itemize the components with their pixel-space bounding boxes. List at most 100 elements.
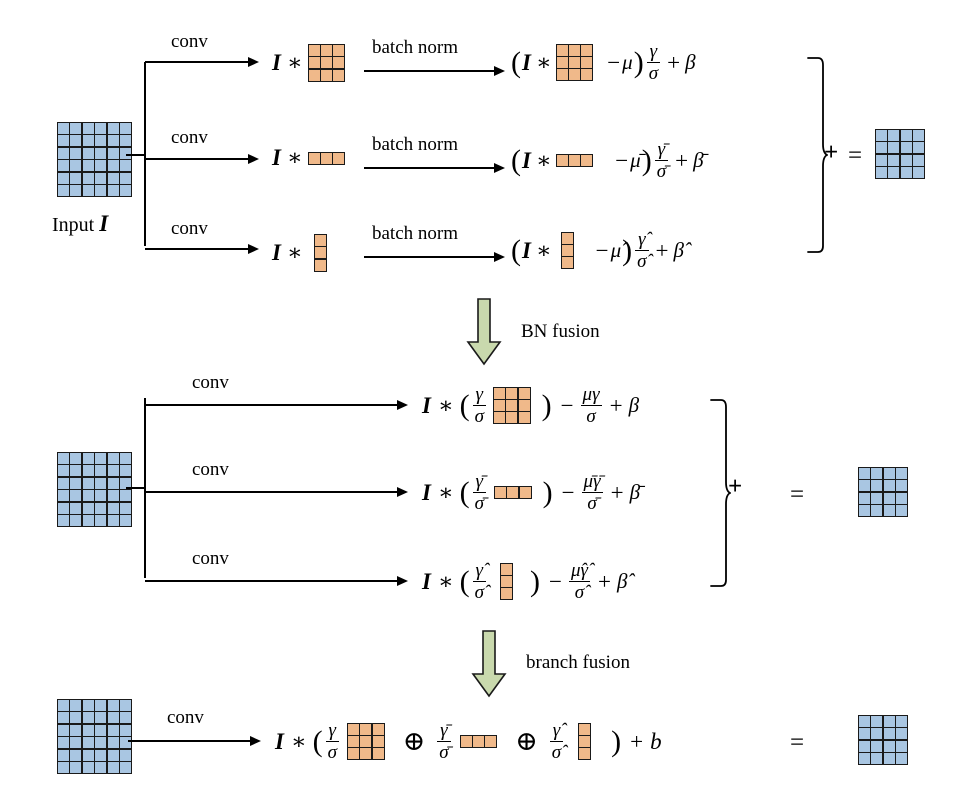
stage1-branch2-conv-arrow (145, 154, 259, 164)
input-label: Input I (52, 212, 108, 235)
grid-cell (871, 492, 883, 504)
grid-cell (556, 69, 568, 81)
grid-cell (871, 728, 883, 740)
math-sigma: σ (586, 406, 596, 428)
grid-cell (460, 736, 472, 748)
grid-cell (876, 142, 887, 154)
grid-cell (70, 477, 82, 489)
stage2-output-feature-map (858, 467, 909, 518)
grid-cell (888, 130, 900, 141)
stage1-branch1-conv-label: conv (171, 31, 208, 52)
math-gamma-hat: γ̂ (638, 229, 646, 250)
grid-cell (119, 490, 131, 502)
grid-cell (107, 453, 119, 464)
grid-cell (876, 167, 887, 179)
grid-cell (70, 749, 82, 761)
grid-cell (70, 453, 82, 464)
stage1-branch2-conv-label: conv (171, 127, 208, 148)
stage3-kernel-1x3 (459, 735, 498, 749)
stage2-branch3-kernel-3x1 (499, 562, 513, 601)
math-conv-operator: ∗ (290, 728, 307, 754)
grid-cell (900, 167, 912, 179)
grid-cell (58, 184, 69, 196)
grid-cell (900, 154, 912, 166)
grid-cell (896, 716, 908, 727)
oplus-icon: ⊕ (515, 726, 538, 757)
grid-cell (70, 490, 82, 502)
grid-cell (82, 737, 94, 749)
grid-cell (347, 723, 359, 735)
grid-cell (581, 57, 593, 69)
math-sigma-bar: σ̄ (439, 742, 449, 764)
stage3-output-feature-map (858, 715, 909, 766)
stage3-kernel-3x1 (578, 722, 592, 761)
math-sigma: σ (327, 742, 337, 764)
stage1-branch3-postBN: ( I ∗ − μ̂ ) γ̂ σ̂ + β̂ (511, 230, 684, 271)
grid-cell (95, 490, 107, 502)
stage2-branch3-conv-label: conv (192, 548, 229, 569)
grid-cell (119, 712, 131, 724)
math-gamma: γ (328, 720, 337, 741)
math-sigma-bar: σ̄ (656, 161, 667, 183)
grid-cell (82, 160, 94, 172)
math-sigma-hat: σ̂ (474, 582, 484, 604)
stage3-input-feature-map (57, 699, 132, 774)
math-minus: − (561, 479, 575, 505)
stage3-equals-sign: = (790, 729, 805, 756)
math-gamma: γ (649, 41, 658, 62)
grid-cell (568, 44, 580, 56)
grid-cell (518, 387, 530, 399)
math-beta-hat: β̂ (673, 238, 684, 263)
math-rparen: ) (622, 233, 633, 267)
grid-cell (58, 147, 69, 159)
grid-cell (888, 142, 900, 154)
grid-cell (58, 761, 69, 773)
grid-cell (119, 172, 131, 184)
stage1-output-feature-map (875, 129, 926, 180)
stage3-conv-label: conv (167, 707, 204, 728)
grid-cell (494, 487, 506, 499)
grid-cell (82, 490, 94, 502)
math-I: I (275, 728, 284, 754)
grid-cell (871, 480, 883, 492)
math-plus: + (667, 49, 681, 75)
math-beta: β (628, 393, 640, 418)
grid-cell (871, 716, 883, 727)
math-conv-operator: ∗ (535, 49, 552, 75)
grid-cell (107, 135, 119, 147)
stage1-branch1-kernel-3x3-bn (555, 43, 594, 82)
grid-cell (95, 749, 107, 761)
math-conv-operator: ∗ (286, 239, 303, 265)
stage1-branch3-conv-arrow (145, 244, 259, 254)
grid-cell (883, 468, 895, 479)
grid-cell (58, 700, 69, 711)
grid-cell (896, 492, 908, 504)
grid-cell (518, 412, 530, 424)
grid-cell (360, 723, 372, 735)
stage1-branch1-preBN: I ∗ (272, 44, 346, 82)
grid-cell (493, 412, 505, 424)
stage1-branch2-preBN: I ∗ (272, 145, 346, 171)
math-plus: + (630, 728, 644, 754)
stage3-kernel-3x3 (346, 722, 385, 761)
math-gamma-bar: γ̄ (475, 471, 484, 492)
grid-cell (314, 259, 326, 271)
grid-cell (888, 154, 900, 166)
math-rparen: ) (611, 724, 622, 758)
math-rparen: ) (542, 475, 553, 509)
stage2-input-feature-map (57, 452, 132, 527)
grid-cell (119, 184, 131, 196)
grid-cell (95, 172, 107, 184)
math-sigma-bar: σ̄ (587, 493, 597, 515)
grid-cell (556, 57, 568, 69)
grid-cell (58, 123, 69, 134)
stage2-branch1-kernel-3x3 (492, 386, 531, 425)
grid-cell (883, 728, 895, 740)
grid-cell (581, 69, 593, 81)
math-rparen: ) (641, 143, 652, 177)
grid-cell (95, 477, 107, 489)
grid-cell (58, 737, 69, 749)
math-bias-b: b (650, 728, 662, 754)
grid-cell (82, 700, 94, 711)
stage2-branch1-conv-label: conv (192, 372, 229, 393)
